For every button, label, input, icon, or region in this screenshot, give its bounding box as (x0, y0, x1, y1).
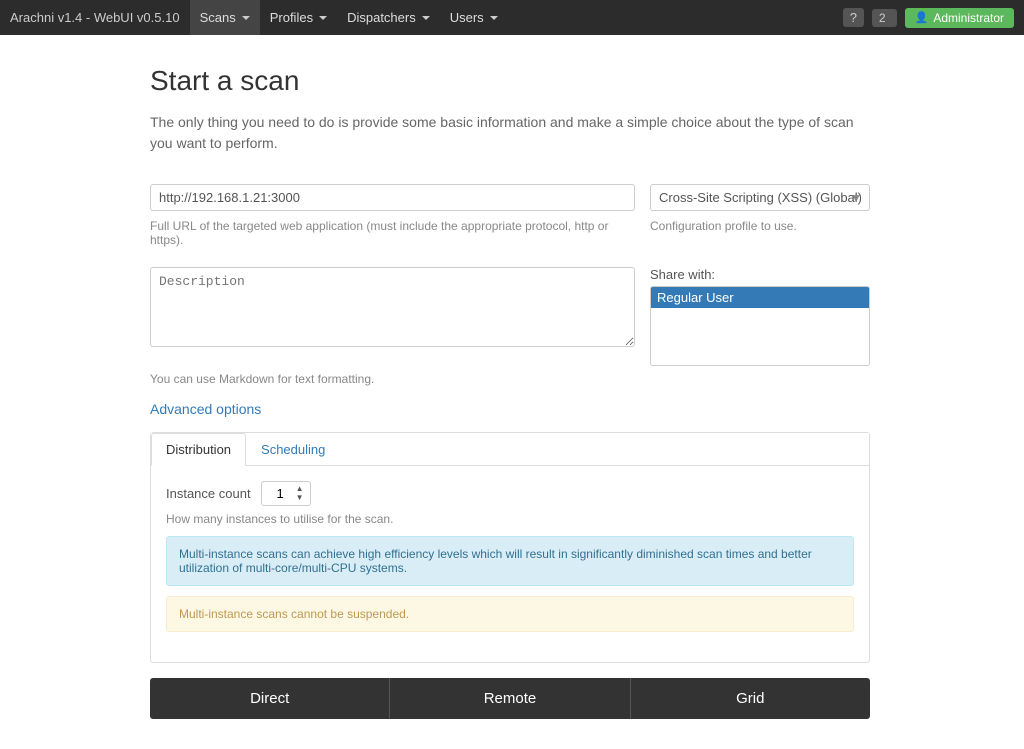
nav-item-scans[interactable]: Scans (190, 0, 260, 35)
url-help-text: Full URL of the targeted web application… (150, 219, 635, 247)
spinner-buttons: ▲ ▼ (296, 485, 304, 502)
nav-item-dispatchers[interactable]: Dispatchers (337, 0, 440, 35)
url-field (150, 184, 635, 211)
share-user-item[interactable]: Regular User (651, 287, 869, 308)
nav-users-label: Users (450, 10, 484, 25)
tab-distribution-label: Distribution (166, 442, 231, 457)
scan-buttons: Direct Remote Grid (150, 678, 870, 719)
description-textarea[interactable] (150, 267, 635, 347)
page-description: The only thing you need to do is provide… (150, 112, 870, 154)
url-profile-row: Cross-Site Scripting (XSS) (Global) ▼ (150, 184, 870, 211)
share-wrap: Share with: Regular User (650, 267, 870, 366)
help-row: Full URL of the targeted web application… (150, 219, 870, 259)
spinner-up-icon[interactable]: ▲ (296, 485, 304, 493)
tab-distribution[interactable]: Distribution (151, 433, 246, 466)
share-label: Share with: (650, 267, 870, 282)
main-content: Start a scan The only thing you need to … (0, 35, 1024, 749)
page-title: Start a scan (150, 65, 924, 97)
advanced-options-link[interactable]: Advanced options (150, 401, 261, 417)
grid-scan-button[interactable]: Grid (631, 678, 870, 719)
profile-help-text: Configuration profile to use. (650, 219, 870, 233)
instance-help: How many instances to utilise for the sc… (166, 512, 854, 526)
navbar-left: Arachni v1.4 - WebUI v0.5.10 Scans Profi… (10, 0, 508, 35)
navbar: Arachni v1.4 - WebUI v0.5.10 Scans Profi… (0, 0, 1024, 35)
instance-row: Instance count ▲ ▼ (166, 481, 854, 506)
instance-label: Instance count (166, 486, 251, 501)
scans-caret-icon (242, 16, 250, 20)
nav-dispatchers-label: Dispatchers (347, 10, 416, 25)
instance-spinner: ▲ ▼ (261, 481, 311, 506)
nav-profiles-label: Profiles (270, 10, 313, 25)
help-badge[interactable]: ? (843, 8, 864, 27)
direct-scan-button[interactable]: Direct (150, 678, 390, 719)
instance-count-input[interactable] (268, 486, 293, 501)
spinner-down-icon[interactable]: ▼ (296, 494, 304, 502)
nav-scans-label: Scans (200, 10, 236, 25)
url-input[interactable] (150, 184, 635, 211)
navbar-right: ? 2 Administrator (843, 8, 1014, 28)
profile-select-wrap: Cross-Site Scripting (XSS) (Global) ▼ (650, 184, 870, 211)
admin-button[interactable]: Administrator (905, 8, 1014, 28)
tab-scheduling-label: Scheduling (261, 442, 325, 457)
markdown-hint: You can use Markdown for text formatting… (150, 372, 924, 386)
tabs-bar: Distribution Scheduling (151, 433, 869, 466)
dispatchers-caret-icon (422, 16, 430, 20)
profiles-caret-icon (319, 16, 327, 20)
profile-help-wrap: Configuration profile to use. (650, 219, 870, 259)
description-wrap (150, 267, 635, 366)
direct-label: Direct (250, 690, 289, 707)
nav-item-users[interactable]: Users (440, 0, 508, 35)
advanced-section: Distribution Scheduling Instance count ▲… (150, 432, 870, 663)
info-text: Multi-instance scans can achieve high ef… (179, 547, 812, 575)
users-caret-icon (490, 16, 498, 20)
tab-scheduling[interactable]: Scheduling (246, 433, 340, 466)
scan-count-badge: 2 (872, 9, 897, 27)
remote-label: Remote (484, 690, 537, 707)
profile-select[interactable]: Cross-Site Scripting (XSS) (Global) (650, 184, 870, 211)
scan-count: 2 (879, 11, 886, 25)
remote-scan-button[interactable]: Remote (390, 678, 630, 719)
tab-content: Instance count ▲ ▼ How many instances to… (151, 466, 869, 662)
info-box: Multi-instance scans can achieve high ef… (166, 536, 854, 586)
admin-label: Administrator (933, 11, 1004, 25)
nav-item-profiles[interactable]: Profiles (260, 0, 337, 35)
share-listbox[interactable]: Regular User (650, 286, 870, 366)
url-help-wrap: Full URL of the targeted web application… (150, 219, 635, 259)
grid-label: Grid (736, 690, 764, 707)
warning-box: Multi-instance scans cannot be suspended… (166, 596, 854, 632)
desc-share-row: Share with: Regular User (150, 267, 870, 366)
app-brand: Arachni v1.4 - WebUI v0.5.10 (10, 10, 180, 25)
